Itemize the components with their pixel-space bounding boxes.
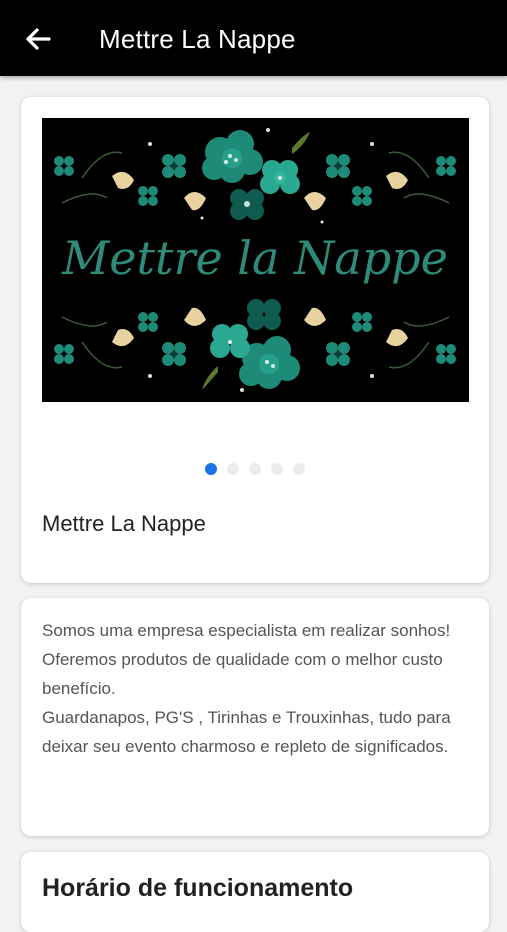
carousel-dot[interactable] — [249, 463, 261, 475]
back-button[interactable] — [18, 22, 58, 56]
description-text: Somos uma empresa especialista em realiz… — [42, 616, 462, 761]
carousel-indicators — [21, 463, 489, 475]
hours-card: Horário de funcionamento — [21, 852, 489, 932]
description-line: Guardanapos, PG'S , Tirinhas e Trouxinha… — [42, 708, 451, 756]
floral-banner-illustration: Mettre la Nappe — [42, 118, 469, 402]
business-name: Mettre La Nappe — [42, 511, 206, 536]
description-line: Somos uma empresa especialista em realiz… — [42, 621, 451, 640]
description-line: Oferemos produtos de qualidade com o mel… — [42, 650, 443, 698]
hours-title: Horário de funcionamento — [42, 874, 354, 902]
carousel-dot[interactable] — [271, 463, 283, 475]
carousel-dot[interactable] — [227, 463, 239, 475]
banner-image[interactable]: Mettre la Nappe — [42, 118, 469, 402]
app-bar: Mettre La Nappe — [0, 0, 507, 76]
page-title: Mettre La Nappe — [99, 24, 296, 54]
carousel-dot[interactable] — [293, 463, 305, 475]
carousel-dot[interactable] — [205, 463, 217, 475]
description-card: Somos uma empresa especialista em realiz… — [21, 598, 489, 836]
arrow-left-icon — [26, 28, 51, 50]
hero-card: Mettre la Nappe Mettre La Nappe — [21, 97, 489, 583]
svg-text:Mettre la Nappe: Mettre la Nappe — [61, 231, 448, 285]
